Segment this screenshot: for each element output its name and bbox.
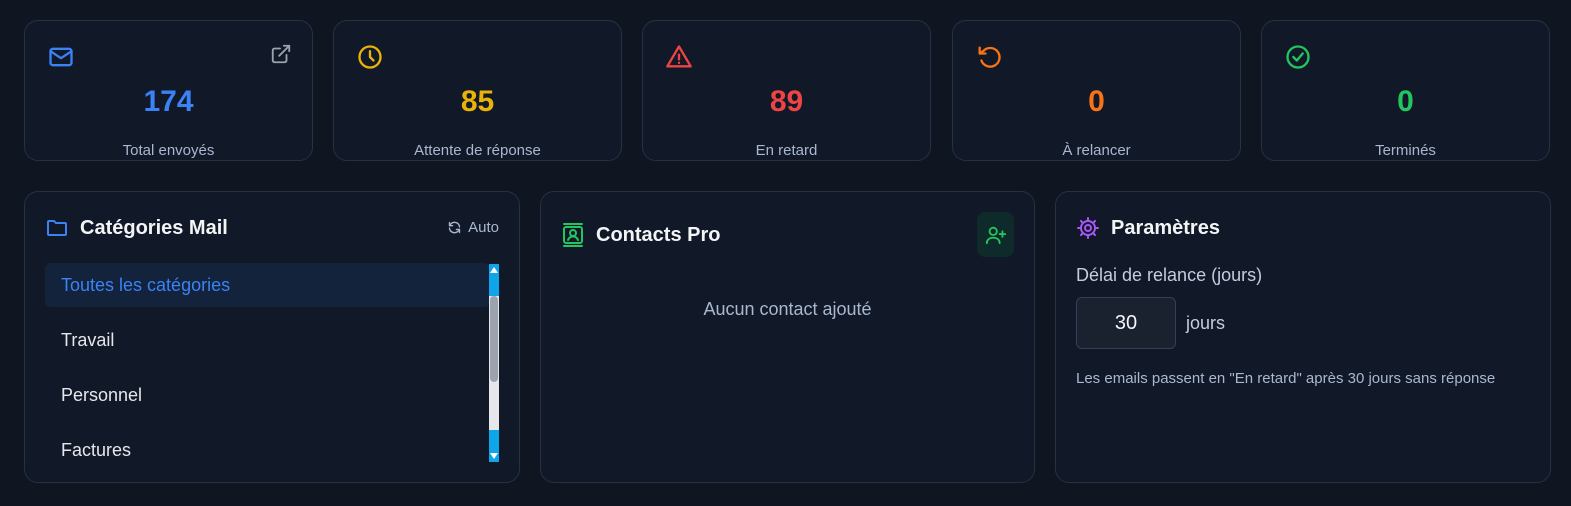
category-item-factures[interactable]: Factures — [45, 428, 490, 463]
gear-icon — [1077, 217, 1099, 239]
check-circle-icon — [1286, 45, 1310, 69]
mail-icon — [49, 47, 73, 67]
caret-up-icon — [490, 267, 498, 273]
categories-title: Catégories Mail — [80, 217, 228, 239]
stat-card-done: 0 Terminés — [1261, 20, 1550, 161]
refresh-icon — [448, 221, 461, 234]
stat-value: 85 — [460, 85, 495, 118]
contact-card-icon — [563, 223, 583, 247]
stat-value: 89 — [769, 85, 804, 118]
scroll-down-button[interactable] — [489, 430, 499, 462]
contacts-panel: Contacts Pro Aucun contact ajouté — [540, 191, 1035, 483]
empty-contacts-text: Aucun contact ajouté — [703, 299, 872, 319]
settings-panel: Paramètres Délai de relance (jours) jour… — [1055, 191, 1551, 483]
auto-label: Auto — [468, 219, 499, 236]
category-list: Toutes les catégories Travail Personnel … — [45, 263, 500, 463]
category-scrollbar[interactable] — [489, 264, 499, 462]
folder-icon — [47, 220, 67, 236]
category-item-all[interactable]: Toutes les catégories — [45, 263, 490, 307]
stat-label: À relancer — [1062, 142, 1131, 159]
auto-toggle[interactable]: Auto — [447, 219, 499, 236]
stat-card-relaunch: 0 À relancer — [952, 20, 1241, 161]
stat-value: 0 — [1088, 85, 1105, 118]
settings-title: Paramètres — [1111, 217, 1220, 239]
delay-input[interactable] — [1076, 297, 1176, 349]
stat-label: Total envoyés — [122, 142, 215, 159]
rotate-ccw-icon — [978, 46, 1001, 68]
user-plus-icon — [985, 226, 1006, 244]
delay-help-text: Les emails passent en "En retard" après … — [1076, 370, 1496, 387]
stat-label: Attente de réponse — [414, 142, 541, 159]
stat-card-late: 89 En retard — [642, 20, 931, 161]
stat-label: En retard — [755, 142, 818, 159]
category-item-personnel[interactable]: Personnel — [45, 373, 490, 417]
stat-card-pending: 85 Attente de réponse — [333, 20, 622, 161]
categories-panel: Catégories Mail Auto Toutes les catégori… — [24, 191, 520, 483]
stat-value: 0 — [1397, 85, 1414, 118]
external-link-icon[interactable] — [270, 43, 292, 65]
scroll-thumb[interactable] — [490, 296, 498, 382]
contacts-title: Contacts Pro — [596, 224, 721, 246]
scroll-up-button[interactable] — [489, 264, 499, 296]
delay-unit: jours — [1186, 313, 1226, 333]
stat-card-total: 174 Total envoyés — [24, 20, 313, 161]
caret-down-icon — [490, 453, 498, 459]
delay-label: Délai de relance (jours) — [1076, 265, 1263, 285]
alert-triangle-icon — [666, 45, 692, 68]
stat-label: Terminés — [1375, 142, 1436, 159]
stat-value: 174 — [143, 85, 194, 118]
category-item-travail[interactable]: Travail — [45, 318, 490, 362]
clock-icon — [358, 45, 382, 69]
add-contact-button[interactable] — [977, 212, 1014, 257]
